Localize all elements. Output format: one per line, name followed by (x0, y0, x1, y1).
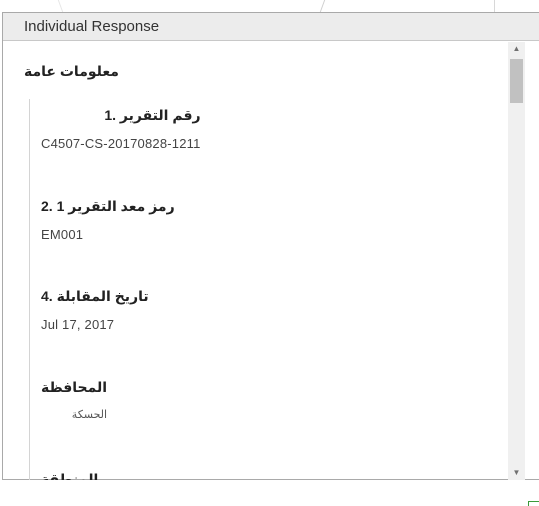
scroll-down-arrow-icon[interactable]: ▼ (508, 466, 525, 480)
background-line (494, 0, 495, 12)
section-title: معلومات عامة (24, 63, 119, 79)
panel-title: Individual Response (24, 18, 160, 35)
scroll-up-arrow-icon[interactable]: ▲ (508, 42, 525, 56)
field-label: المحافظة (41, 379, 108, 395)
section-divider (29, 99, 30, 480)
background-map-strip (0, 0, 539, 12)
field-label: تاريخ المقابلة .4 (41, 288, 149, 304)
field-report-number: رقم التقرير .1 C4507-CS-20170828-1211 (41, 107, 201, 151)
field-value: الحسكة (71, 409, 108, 421)
field-governorate: المحافظة الحسكة (41, 379, 107, 421)
field-region: المنطقة (41, 471, 98, 480)
panel-content[interactable]: معلومات عامة رقم التقرير .1 C4507-CS-201… (3, 41, 508, 480)
vertical-scrollbar[interactable]: ▲ ▼ (508, 42, 525, 480)
field-interview-date: تاريخ المقابلة .4 Jul 17, 2017 (41, 288, 149, 332)
panel-header: Individual Response (3, 13, 539, 41)
field-label: رقم التقرير .1 (104, 107, 201, 123)
scrollbar-thumb[interactable] (510, 59, 523, 103)
field-value: C4507-CS-20170828-1211 (41, 136, 201, 151)
field-reporter-code: رمز معد التقرير 1 .2 EM001 (41, 198, 175, 242)
field-value: EM001 (41, 227, 84, 242)
field-label: رمز معد التقرير 1 .2 (41, 198, 175, 214)
individual-response-panel: Individual Response معلومات عامة رقم الت… (2, 12, 539, 480)
field-value: Jul 17, 2017 (41, 317, 115, 332)
field-label: المنطقة (41, 471, 99, 480)
corner-mark (528, 501, 539, 506)
